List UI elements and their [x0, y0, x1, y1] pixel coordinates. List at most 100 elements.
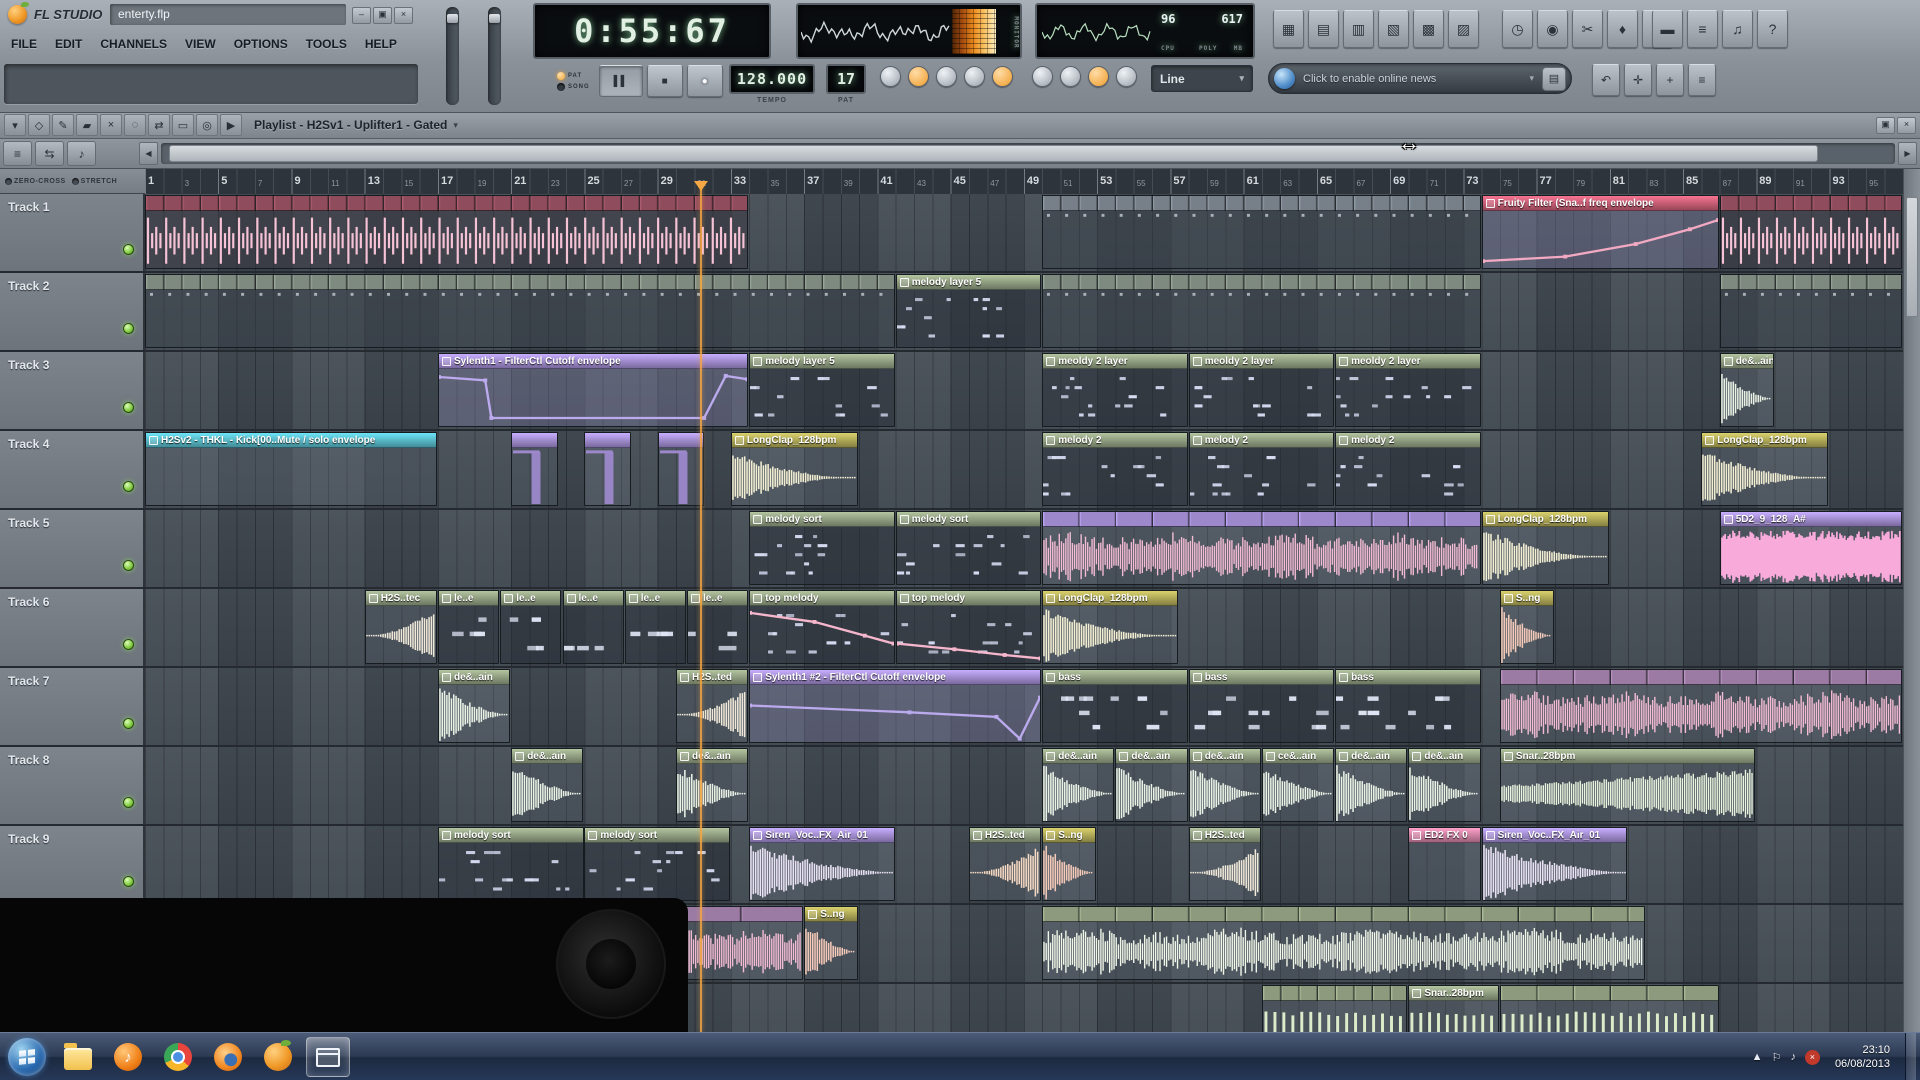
- playlist-clip[interactable]: melody layer 5: [895, 274, 1042, 348]
- playlist-clip[interactable]: LongClap_128bpm: [730, 432, 859, 506]
- scroll-right-button[interactable]: ▶: [1898, 142, 1917, 165]
- track-lane[interactable]: de&..ain H2S..ted Sylenth1 #2 - FilterCtl …: [145, 668, 1903, 745]
- playlist-clip[interactable]: LongClap_128bpm: [1481, 511, 1609, 585]
- chrome-icon[interactable]: [156, 1037, 200, 1077]
- track-lane[interactable]: Fruity Filter (Sna..f freq envelope: [145, 194, 1903, 271]
- step-sequencer-icon[interactable]: ▤: [1308, 10, 1339, 48]
- show-desktop-button[interactable]: [1905, 1033, 1916, 1080]
- playlist-clip[interactable]: [145, 195, 749, 269]
- timeline-bar-label[interactable]: 45: [954, 175, 966, 187]
- playlist-clip[interactable]: [1719, 195, 1902, 269]
- playlist-clip[interactable]: melody sort: [895, 511, 1042, 585]
- track-name-panel[interactable]: Track 8: [0, 747, 145, 824]
- playback-tool-icon[interactable]: ▶: [220, 114, 242, 136]
- playlist-clip[interactable]: le..e: [500, 590, 562, 664]
- playlist-clip[interactable]: [1042, 195, 1481, 269]
- plugin-picker-icon[interactable]: ▨: [1448, 10, 1479, 48]
- loop-record-led[interactable]: [992, 66, 1013, 87]
- timeline-bar-label[interactable]: 65: [1320, 175, 1332, 187]
- playlist-clip[interactable]: S..ng: [804, 906, 859, 980]
- playlist-clip[interactable]: de&..ain: [676, 748, 749, 822]
- timeline-bar-label[interactable]: 49: [1027, 175, 1039, 187]
- track-enable-led[interactable]: [123, 481, 134, 492]
- playlist-clip[interactable]: melody 2: [1335, 432, 1481, 506]
- pattern-display[interactable]: 17: [826, 64, 866, 94]
- playlist-clip[interactable]: melody sort: [584, 827, 730, 901]
- playlist-clip[interactable]: top melody: [749, 590, 895, 664]
- timeline-bar-label[interactable]: 61: [1247, 175, 1259, 187]
- playlist-clip[interactable]: 5D2_9_128_A#: [1719, 511, 1902, 585]
- timeline-bar-label[interactable]: 1: [148, 175, 154, 187]
- track-lane[interactable]: de&..ain de&..ain de&..ain de&..ain de&..ain…: [145, 747, 1903, 824]
- select-tool-icon[interactable]: ▭: [172, 114, 194, 136]
- window-close-button[interactable]: ×: [394, 7, 413, 24]
- active-window-icon[interactable]: [306, 1037, 350, 1077]
- playlist-clip[interactable]: de&..ain: [1188, 748, 1261, 822]
- playlist-clip[interactable]: S..ng: [1042, 827, 1097, 901]
- menu-channels[interactable]: CHANNELS: [91, 33, 176, 55]
- playlist-clip[interactable]: melody 2: [1188, 432, 1335, 506]
- news-open-button[interactable]: ▤: [1542, 66, 1566, 91]
- start-button[interactable]: [8, 1038, 46, 1076]
- playlist-clip[interactable]: [1499, 669, 1902, 743]
- playlist-clip[interactable]: H2S..tec: [364, 590, 437, 664]
- note-blend-led[interactable]: [1116, 66, 1137, 87]
- playlist-clip[interactable]: LongClap_128bpm: [1701, 432, 1829, 506]
- track-enable-led[interactable]: [123, 560, 134, 571]
- menu-edit[interactable]: EDIT: [46, 33, 91, 55]
- hint-bar[interactable]: [4, 64, 418, 104]
- timeline-bar-label[interactable]: 69: [1393, 175, 1405, 187]
- playhead-line[interactable]: [699, 185, 702, 1032]
- timeline-bar-label[interactable]: 5: [221, 175, 227, 187]
- stretch-toggle[interactable]: STRETCH: [71, 177, 118, 185]
- playlist-clip[interactable]: Siren_Voc..FX_Air_01: [1481, 827, 1628, 901]
- mixer-panel-icon[interactable]: ▩: [1413, 10, 1444, 48]
- window-maximize-button[interactable]: ▣: [373, 7, 392, 24]
- playlist-clip[interactable]: ce&..ain: [1261, 748, 1335, 822]
- magnet-icon[interactable]: ◇: [28, 114, 50, 136]
- playlist-clip[interactable]: ED2 FX 0: [1408, 827, 1481, 901]
- draw-tool-icon[interactable]: ✎: [52, 114, 74, 136]
- playlist-title-bar[interactable]: ▾ ◇ ✎ ▰ × ◌ ⇄ ▭ ◎ ▶ Playlist - H2Sv1 - Uplifter1 …: [0, 112, 1920, 139]
- playlist-clip[interactable]: S..ng: [1499, 590, 1554, 664]
- track-enable-led[interactable]: [123, 718, 134, 729]
- playlist-clip[interactable]: Sylenth1 #2 - FilterCtl Cutoff envelope: [749, 669, 1042, 743]
- cut-icon[interactable]: ✂: [1572, 10, 1603, 48]
- time-display[interactable]: 0:55:67: [533, 3, 771, 59]
- window-minimize-button[interactable]: –: [352, 7, 371, 24]
- playlist-clip[interactable]: melody layer 5: [749, 353, 895, 427]
- track-enable-led[interactable]: [123, 639, 134, 650]
- playlist-close-button[interactable]: ×: [1897, 116, 1916, 134]
- timeline-bar-label[interactable]: 57: [1173, 175, 1185, 187]
- typing-piano-icon[interactable]: ▬: [1652, 10, 1683, 48]
- track-lane[interactable]: melody sort melody sort LongClap_128bpm 5D2…: [145, 510, 1903, 587]
- master-pitch-slider[interactable]: [488, 7, 501, 105]
- stop-button[interactable]: ■: [646, 65, 683, 97]
- playlist-panel-icon[interactable]: ▦: [1273, 10, 1304, 48]
- timeline-bar-label[interactable]: 17: [441, 175, 453, 187]
- playlist-clip[interactable]: Snar..28bpm: [1499, 748, 1756, 822]
- playlist-clip[interactable]: le..e: [624, 590, 686, 664]
- firefox-icon[interactable]: [206, 1037, 250, 1077]
- playlist-clip[interactable]: meoldy 2 layer: [1335, 353, 1481, 427]
- timeline-bar-label[interactable]: 53: [1100, 175, 1112, 187]
- playlist-clip[interactable]: [657, 432, 705, 506]
- playlist-clip[interactable]: [1499, 985, 1719, 1032]
- playlist-clip[interactable]: melody 2: [1042, 432, 1188, 506]
- playlist-clip[interactable]: LongClap_128bpm: [1042, 590, 1179, 664]
- timeline-bar-label[interactable]: 33: [734, 175, 746, 187]
- news-bar[interactable]: Click to enable online news ▾ ▤: [1268, 63, 1572, 94]
- timeline-bar-label[interactable]: 37: [807, 175, 819, 187]
- playlist-clip[interactable]: meoldy 2 layer: [1042, 353, 1188, 427]
- volume-slider-handle[interactable]: [447, 14, 458, 23]
- countdown-led[interactable]: [964, 66, 985, 87]
- playlist-clip[interactable]: top melody: [895, 590, 1042, 664]
- zoom-tool-icon[interactable]: ◎: [196, 114, 218, 136]
- menu-file[interactable]: FILE: [2, 33, 46, 55]
- playlist-clip[interactable]: bass: [1042, 669, 1188, 743]
- menu-options[interactable]: OPTIONS: [225, 33, 297, 55]
- timeline-bar-label[interactable]: 85: [1686, 175, 1698, 187]
- mute-tool-icon[interactable]: ◌: [124, 114, 146, 136]
- track-lane[interactable]: melody layer 5: [145, 273, 1903, 350]
- scrollbar-thumb[interactable]: [1906, 197, 1918, 317]
